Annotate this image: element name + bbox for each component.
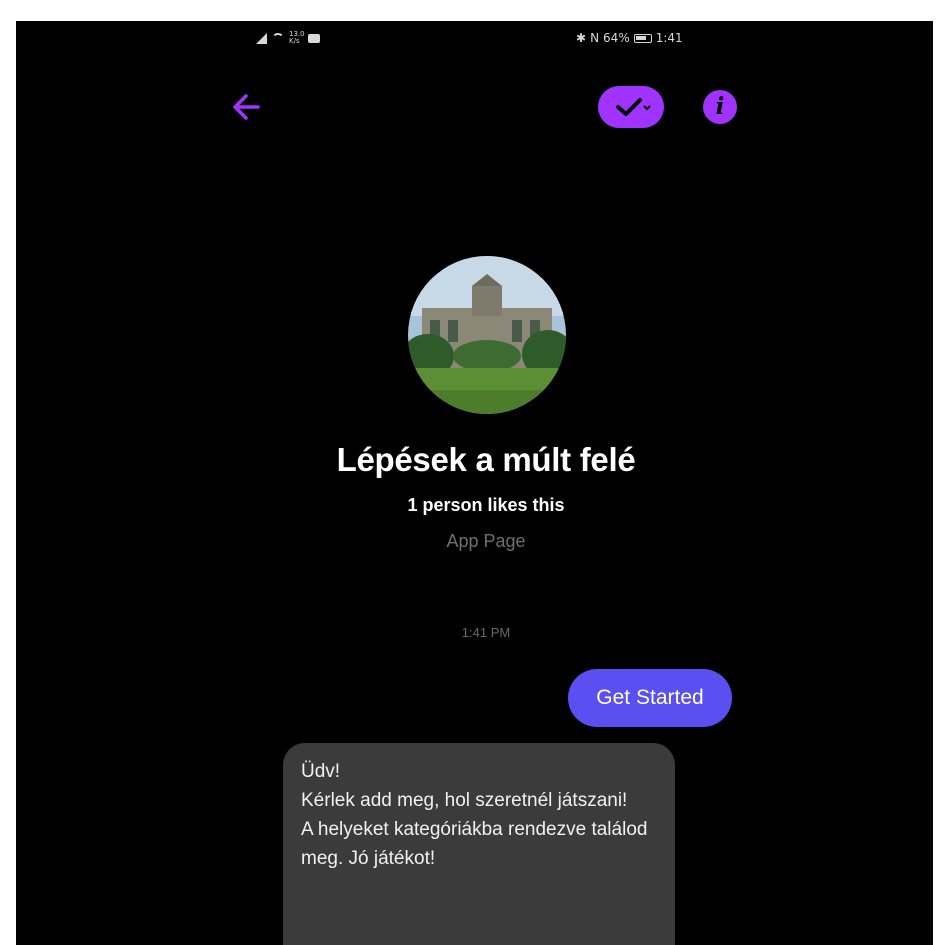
- status-bar: 13.0 K/s ✱ N 64% 1:41: [16, 21, 933, 61]
- network-speed: 13.0 K/s: [289, 30, 305, 45]
- back-button[interactable]: [228, 89, 268, 125]
- page-avatar[interactable]: [408, 256, 566, 414]
- wifi-icon: [272, 33, 284, 43]
- clock: 1:41: [655, 31, 683, 45]
- phone-screen: 13.0 K/s ✱ N 64% 1:41 i Lépések a múlt f…: [16, 21, 933, 945]
- status-left-group: 13.0 K/s: [256, 31, 320, 45]
- info-button[interactable]: i: [703, 90, 737, 124]
- checkmark-pill-icon: [616, 98, 651, 116]
- likes-count: 1 person likes this: [407, 495, 565, 515]
- sent-message-bubble[interactable]: Get Started: [568, 669, 732, 727]
- battery-percent: 64%: [603, 31, 630, 45]
- received-message-bubble[interactable]: Üdv! Kérlek add meg, hol szeretnél játsz…: [283, 743, 675, 945]
- signal-icon: [256, 32, 267, 44]
- video-icon: [308, 33, 320, 43]
- bluetooth-icon: ✱: [576, 31, 587, 45]
- page-title: Lépések a múlt felé: [336, 441, 636, 478]
- page-category: App Page: [446, 531, 526, 551]
- battery-icon: [633, 33, 652, 43]
- arrow-left-icon: [233, 94, 260, 120]
- info-icon: i: [715, 93, 725, 120]
- message-timestamp: 1:41 PM: [461, 625, 511, 640]
- status-pill-button[interactable]: [598, 86, 664, 128]
- ruins-photo: [408, 256, 566, 414]
- nfc-icon: N: [590, 31, 600, 45]
- status-right-group: ✱ N 64% 1:41: [576, 31, 683, 45]
